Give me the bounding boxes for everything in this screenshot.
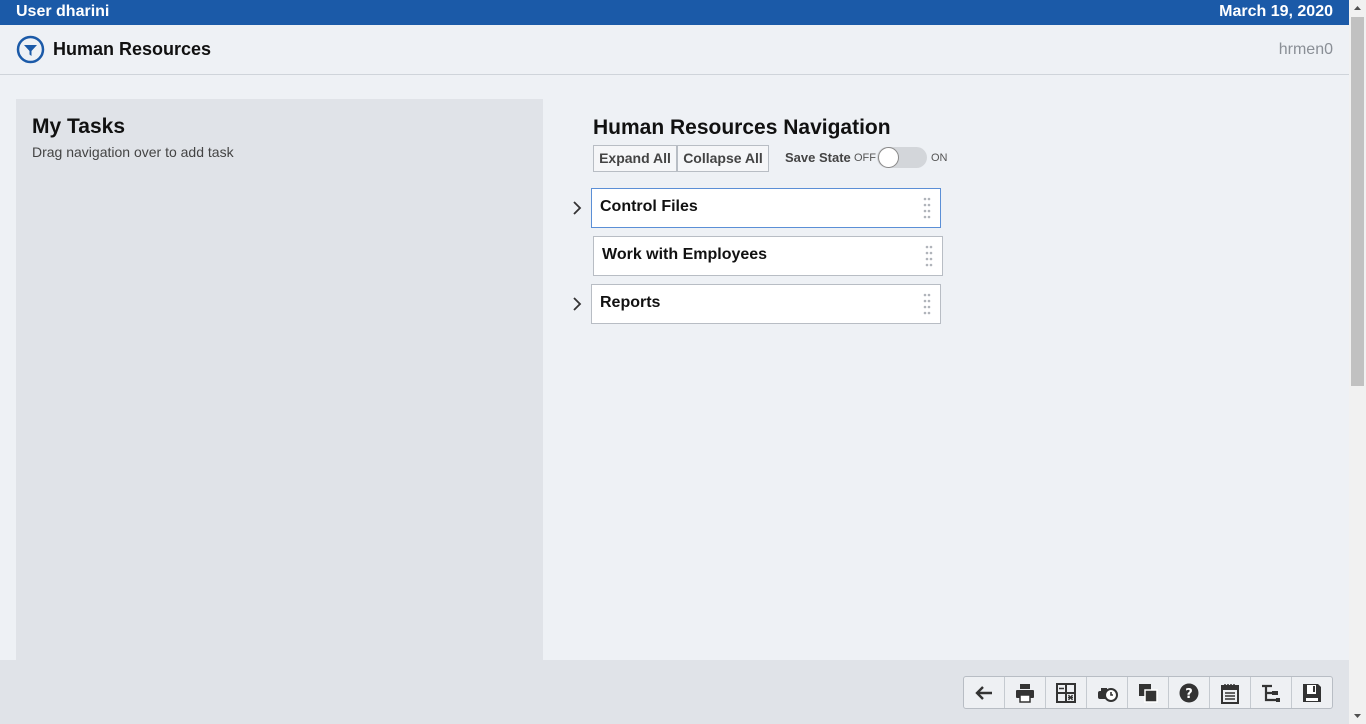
drag-handle-icon[interactable] — [923, 197, 931, 219]
current-date: March 19, 2020 — [1219, 3, 1333, 20]
print-button[interactable] — [1005, 677, 1046, 708]
spreadsheet-icon — [1056, 682, 1076, 703]
funnel-circle-icon[interactable] — [16, 35, 45, 64]
drag-handle-icon[interactable] — [923, 293, 931, 315]
notepad-icon — [1221, 683, 1239, 704]
chevron-right-icon[interactable] — [571, 296, 583, 312]
app-header: Human Resources hrmen0 — [0, 25, 1349, 75]
top-bar: User dharini March 19, 2020 — [0, 0, 1349, 25]
spreadsheet-button[interactable] — [1046, 677, 1087, 708]
nav-item-control-files[interactable]: Control Files — [591, 188, 941, 228]
schedule-icon — [1098, 687, 1118, 702]
nav-item-label: Reports — [600, 294, 661, 311]
main-content: My Tasks Drag navigation over to add tas… — [0, 75, 1349, 660]
scroll-up-icon[interactable] — [1349, 0, 1366, 17]
chevron-right-icon[interactable] — [571, 200, 583, 216]
toggle-on-label: ON — [931, 152, 948, 164]
collapse-all-button[interactable]: Collapse All — [677, 145, 769, 172]
save-button[interactable] — [1292, 677, 1332, 708]
help-icon: ? — [1179, 683, 1199, 702]
toggle-off-label: OFF — [854, 152, 876, 164]
drag-handle-icon[interactable] — [925, 245, 933, 267]
my-tasks-panel[interactable]: My Tasks Drag navigation over to add tas… — [16, 99, 543, 660]
nav-item-label: Control Files — [600, 198, 698, 215]
my-tasks-title: My Tasks — [32, 115, 125, 138]
save-state-label: Save State — [785, 150, 851, 165]
navigation-title: Human Resources Navigation — [593, 116, 891, 139]
back-button[interactable] — [964, 677, 1005, 708]
tree-button[interactable] — [1251, 677, 1292, 708]
page-title: Human Resources — [53, 39, 212, 59]
scroll-down-icon[interactable] — [1349, 707, 1366, 724]
footer-bar: ? — [0, 660, 1349, 724]
print-icon — [1016, 683, 1034, 703]
menu-code: hrmen0 — [1278, 41, 1333, 58]
action-toolbar: ? — [963, 676, 1333, 709]
nav-item-label: Work with Employees — [602, 246, 768, 263]
expand-all-button[interactable]: Expand All — [593, 145, 677, 172]
toggle-knob — [878, 147, 899, 168]
vertical-scrollbar[interactable] — [1349, 0, 1366, 724]
my-tasks-subtitle: Drag navigation over to add task — [32, 144, 234, 160]
notepad-button[interactable] — [1210, 677, 1251, 708]
nav-item-work-with-employees[interactable]: Work with Employees — [593, 236, 943, 276]
back-arrow-icon — [975, 685, 992, 700]
windows-icon — [1139, 683, 1158, 703]
nav-item-reports[interactable]: Reports — [591, 284, 941, 324]
user-name: User dharini — [16, 3, 110, 20]
save-state-toggle[interactable] — [877, 147, 927, 168]
tree-icon — [1262, 684, 1280, 702]
scrollbar-thumb[interactable] — [1351, 17, 1364, 386]
svg-text:?: ? — [1185, 687, 1193, 702]
windows-button[interactable] — [1128, 677, 1169, 708]
schedule-button[interactable] — [1087, 677, 1128, 708]
help-button[interactable]: ? — [1169, 677, 1210, 708]
save-icon — [1303, 683, 1321, 702]
